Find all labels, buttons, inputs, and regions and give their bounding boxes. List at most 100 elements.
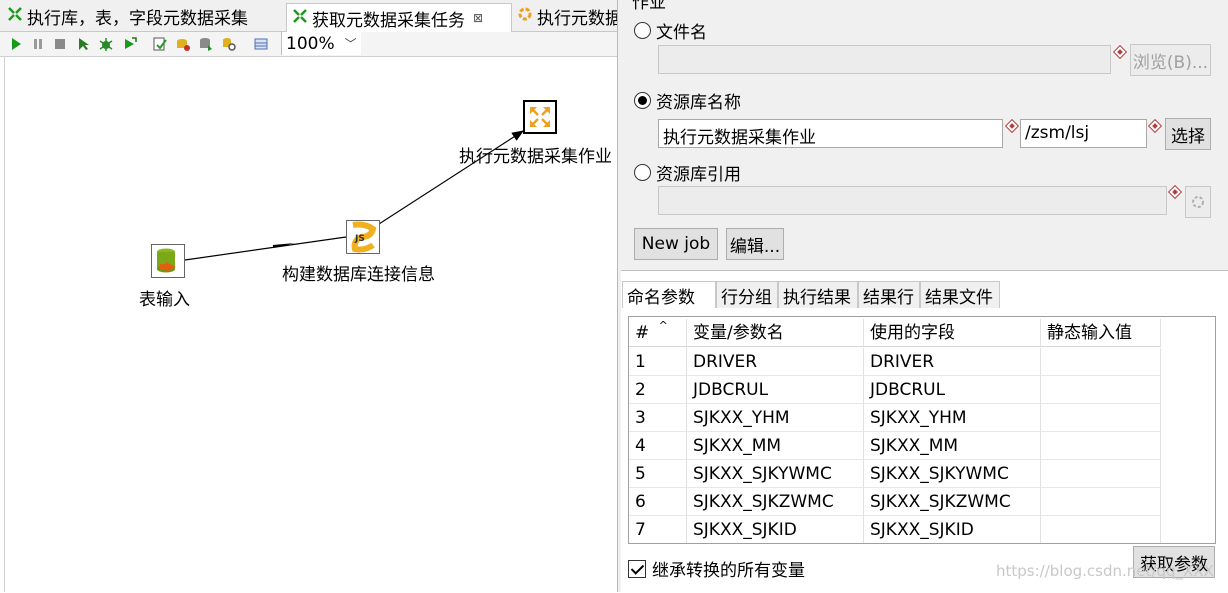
radio-label: 文件名 — [656, 23, 707, 43]
cell-field[interactable]: SJKXX_SJKZWMC — [864, 488, 1041, 516]
cell-param[interactable]: SJKXX_YHM — [687, 404, 864, 432]
cell-index: 2 — [629, 376, 687, 404]
cell-static[interactable] — [1041, 488, 1161, 516]
step-label-table-input: 表输入 — [139, 290, 190, 310]
parameters-table[interactable]: # ^ 变量/参数名 使用的字段 静态输入值 1 DRIVER DRIVER 2… — [628, 316, 1216, 544]
table-row[interactable]: 3 SJKXX_YHM SJKXX_YHM — [629, 404, 1215, 432]
table-row[interactable]: 7 SJKXX_SJKID SJKXX_SJKID — [629, 516, 1215, 543]
cell-index: 1 — [629, 348, 687, 376]
table-row[interactable]: 4 SJKXX_MM SJKXX_MM — [629, 432, 1215, 460]
cell-field[interactable]: SJKXX_SJKYWMC — [864, 460, 1041, 488]
cell-param[interactable]: JDBCRUL — [687, 376, 864, 404]
tab-execution-results[interactable]: 执行结果 — [778, 281, 858, 308]
tab-job[interactable]: 执行元数据 — [512, 3, 618, 30]
verify-icon[interactable] — [152, 36, 168, 52]
inherit-variables-checkbox[interactable]: 继承转换的所有变量 — [628, 556, 805, 581]
cell-param[interactable]: DRIVER — [687, 348, 864, 376]
select-button[interactable]: 选择 — [1165, 118, 1211, 150]
cell-param[interactable]: SJKXX_SJKZWMC — [687, 488, 864, 516]
radio-file-name[interactable]: 文件名 — [634, 18, 707, 43]
tab-result-rows[interactable]: 结果行 — [858, 281, 920, 308]
pause-icon[interactable] — [30, 36, 46, 52]
edit-button[interactable]: 编辑... — [726, 228, 784, 260]
step-label-build-conn: 构建数据库连接信息 — [282, 265, 435, 285]
radio-button[interactable] — [634, 92, 651, 109]
column-header-field[interactable]: 使用的字段 — [864, 319, 1041, 347]
cell-param[interactable]: SJKXX_SJKID — [687, 516, 864, 543]
table-input-step[interactable] — [151, 244, 185, 278]
explore-db-icon[interactable] — [221, 36, 237, 52]
radio-repo-name[interactable]: 资源库名称 — [634, 88, 741, 113]
cell-field[interactable]: DRIVER — [864, 348, 1041, 376]
replay-icon[interactable] — [122, 36, 138, 52]
browse-button[interactable]: 浏览(B)... — [1130, 44, 1211, 76]
cell-param[interactable]: SJKXX_MM — [687, 432, 864, 460]
hop-line[interactable] — [184, 236, 347, 261]
column-header-index[interactable]: # ^ — [629, 319, 687, 347]
section-title: 作业 — [632, 0, 666, 13]
cell-field[interactable]: SJKXX_SJKID — [864, 516, 1041, 543]
tab-transformation-1[interactable]: 执行库，表，字段元数据采集 — [2, 3, 284, 30]
radio-button[interactable] — [634, 164, 651, 181]
chevron-down-icon: ﹀ — [344, 37, 357, 51]
table-header-row: # ^ 变量/参数名 使用的字段 静态输入值 — [629, 319, 1215, 347]
transformation-canvas[interactable]: 表输入 JS 构建数据库连接信息 执行元数据采集作业 — [4, 57, 617, 592]
run-icon[interactable] — [8, 36, 24, 52]
table-row[interactable]: 1 DRIVER DRIVER — [629, 348, 1215, 376]
show-results-icon[interactable] — [253, 36, 269, 52]
column-header-param[interactable]: 变量/参数名 — [687, 319, 864, 347]
search-repo-icon — [1192, 196, 1204, 208]
cell-index: 4 — [629, 432, 687, 460]
radio-repo-reference[interactable]: 资源库引用 — [634, 160, 741, 185]
job-name-input[interactable]: 执行元数据采集作业 — [658, 119, 1003, 148]
column-header-static[interactable]: 静态输入值 — [1041, 319, 1161, 347]
repo-reference-field[interactable] — [658, 186, 1167, 215]
transformation-icon — [7, 6, 23, 27]
table-input-icon — [157, 248, 176, 273]
radio-label: 资源库引用 — [656, 165, 741, 185]
cell-param[interactable]: SJKXX_SJKYWMC — [687, 460, 864, 488]
table-row[interactable]: 6 SJKXX_SJKZWMC SJKXX_SJKZWMC — [629, 488, 1215, 516]
table-row[interactable]: 5 SJKXX_SJKYWMC SJKXX_SJKYWMC — [629, 460, 1215, 488]
debug-icon[interactable] — [98, 36, 114, 52]
tab-label: 执行库，表，字段元数据采集 — [27, 9, 248, 29]
tab-transformation-2[interactable]: 获取元数据采集任务 ⊠ — [286, 3, 512, 32]
cell-static[interactable] — [1041, 404, 1161, 432]
javascript-icon: JS — [351, 221, 377, 253]
cell-static[interactable] — [1041, 516, 1161, 543]
radio-button[interactable] — [634, 22, 651, 39]
cell-field[interactable]: SJKXX_MM — [864, 432, 1041, 460]
job-icon — [517, 6, 533, 27]
table-row[interactable]: 2 JDBCRUL JDBCRUL — [629, 376, 1215, 404]
stop-icon[interactable] — [52, 36, 68, 52]
javascript-step[interactable]: JS — [346, 220, 380, 254]
preview-icon[interactable] — [76, 36, 92, 52]
hop-lines — [184, 130, 525, 261]
tab-result-files[interactable]: 结果文件 — [920, 281, 1000, 308]
repo-reference-browse-button[interactable] — [1185, 186, 1211, 218]
job-entry-step[interactable] — [523, 100, 557, 134]
tab-named-parameters[interactable]: 命名参数 — [622, 281, 716, 308]
file-name-field[interactable] — [658, 45, 1111, 74]
new-job-button[interactable]: New job — [634, 228, 718, 260]
cell-field[interactable]: JDBCRUL — [864, 376, 1041, 404]
step-label-exec-job: 执行元数据采集作业 — [459, 147, 612, 167]
checkbox[interactable] — [628, 559, 646, 578]
tab-group-rows[interactable]: 行分组 — [716, 281, 778, 308]
zoom-value: 100% — [286, 33, 335, 54]
cell-field[interactable]: SJKXX_YHM — [864, 404, 1041, 432]
cell-index: 7 — [629, 516, 687, 543]
zoom-select[interactable]: 100% ﹀ — [281, 32, 361, 55]
cell-static[interactable] — [1041, 376, 1161, 404]
tab-label: 执行元数据 — [537, 9, 618, 29]
directory-input[interactable]: /zsm/lsj — [1020, 119, 1147, 148]
cell-static[interactable] — [1041, 460, 1161, 488]
svg-text:JS: JS — [354, 234, 365, 244]
close-icon[interactable]: ⊠ — [473, 11, 483, 25]
checkbox-label: 继承转换的所有变量 — [652, 561, 805, 581]
cell-static[interactable] — [1041, 432, 1161, 460]
sql-icon[interactable] — [198, 36, 214, 52]
impact-icon[interactable] — [175, 36, 191, 52]
cell-static[interactable] — [1041, 348, 1161, 376]
transformation-icon — [292, 8, 308, 29]
